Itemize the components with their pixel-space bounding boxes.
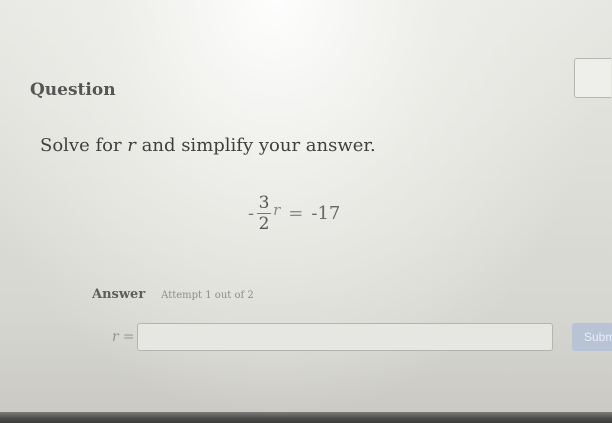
submit-button[interactable]: Subm [572,323,612,351]
question-prompt: Solve for r and simplify your answer. [40,135,376,156]
answer-input-row: r = [112,323,554,351]
equation-sign: - [248,202,255,224]
answer-input[interactable] [137,323,554,351]
answer-variable: r [112,329,119,345]
equation-fraction: 3 2 [257,192,272,234]
screen: Question Solve for r and simplify your a… [0,0,612,423]
equation: - 3 2 r = -17 [248,185,340,241]
prompt-variable: r [127,135,136,156]
answer-equals: = [122,329,135,345]
equation-variable: r [273,201,281,219]
fraction-numerator: 3 [258,192,270,213]
prompt-text-before: Solve for [40,135,128,156]
prompt-text-after: and simplify your answer. [135,135,376,156]
equation-rhs: -17 [311,202,341,224]
equation-equals: = [288,202,304,224]
screen-bezel [0,412,612,423]
attempt-counter: Attempt 1 out of 2 [161,290,254,301]
corner-panel[interactable] [574,58,611,98]
fraction-denominator: 2 [258,213,270,234]
answer-header: Answer Attempt 1 out of 2 [92,285,254,303]
answer-label: Answer [92,287,146,302]
question-heading: Question [30,80,116,100]
